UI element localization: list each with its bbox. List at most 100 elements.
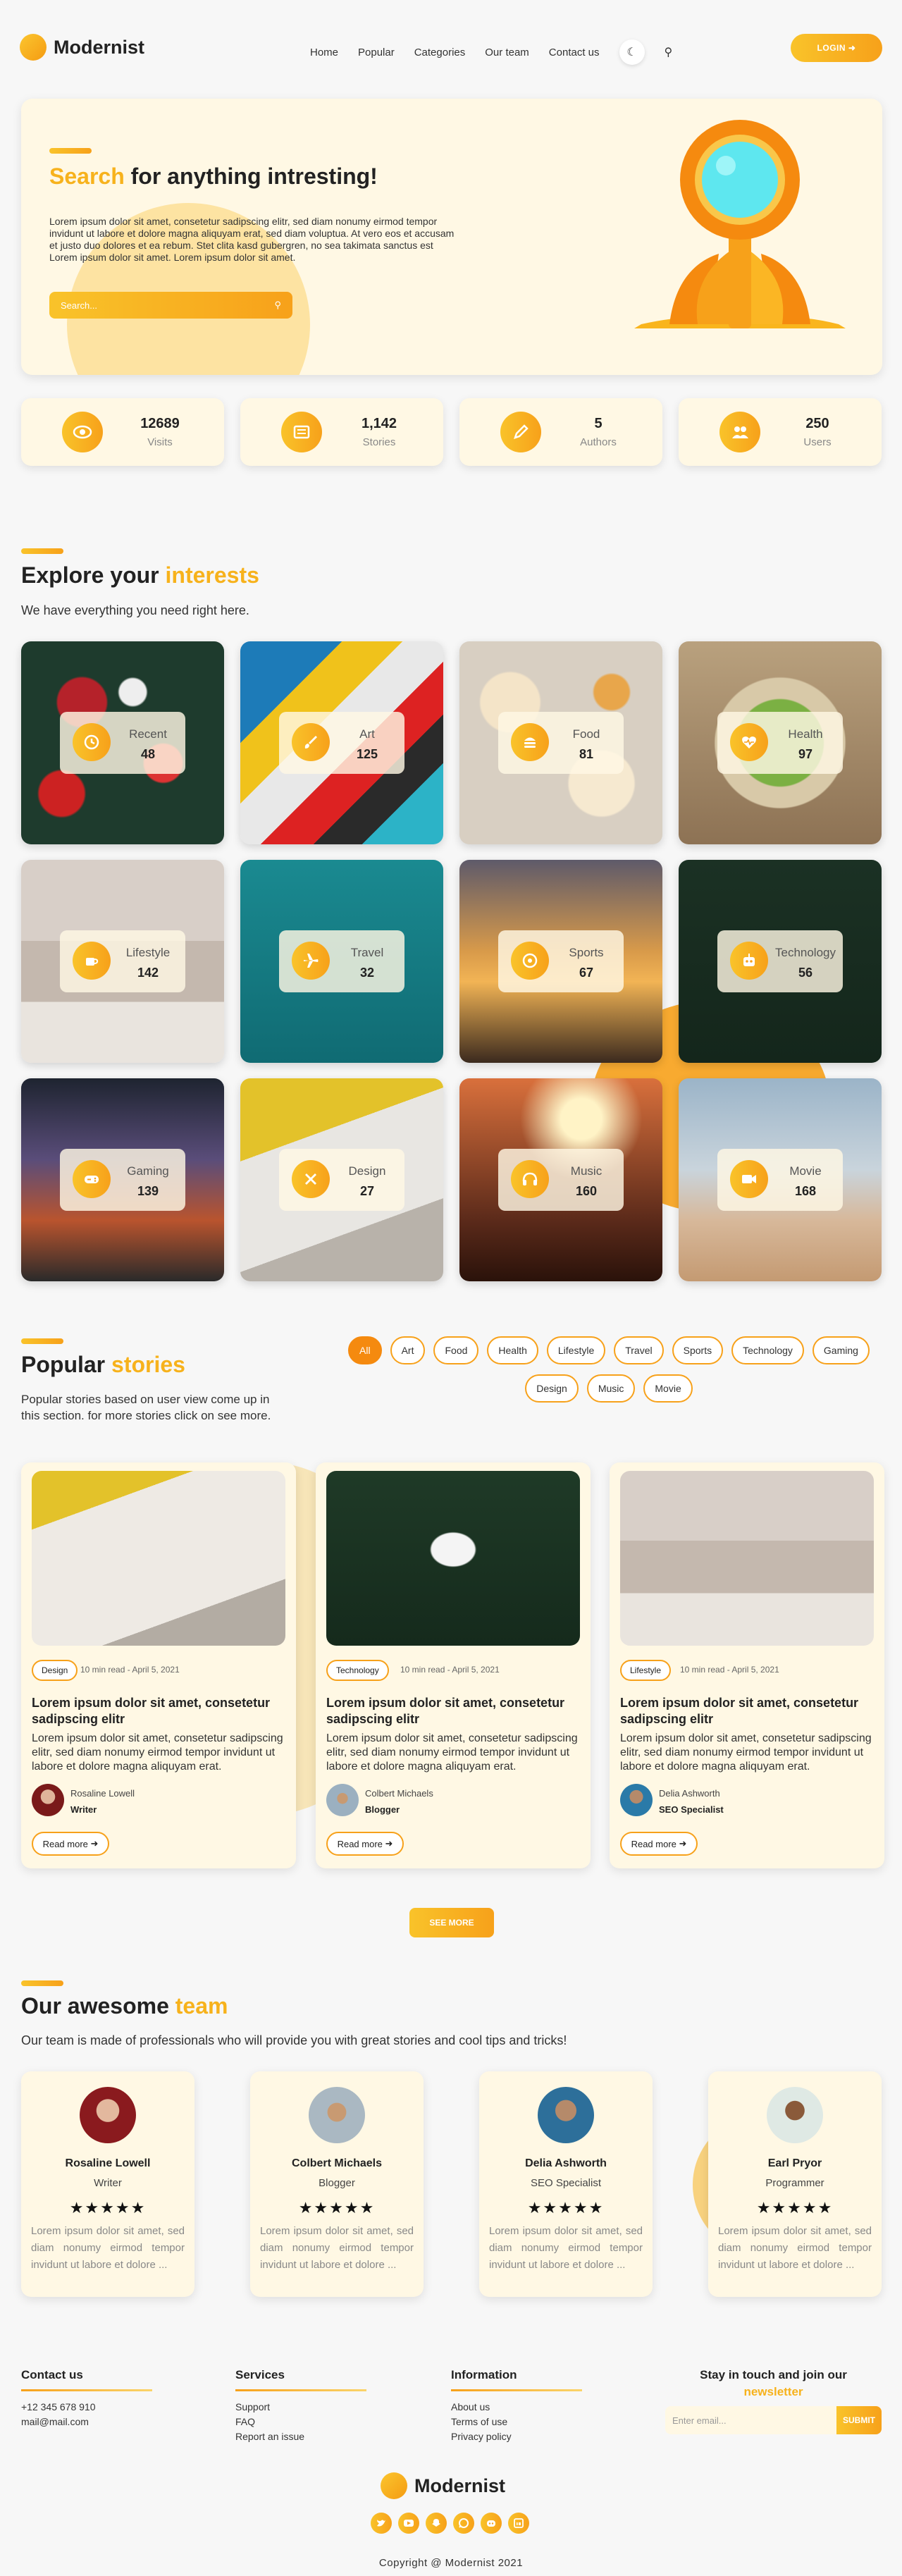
newsletter-submit-button[interactable]: SUBMIT <box>836 2406 882 2434</box>
footer-link-support[interactable]: Support <box>235 2400 366 2415</box>
newsletter-email-input[interactable]: Enter email... <box>665 2406 836 2434</box>
hero-search-input[interactable]: Search... ⚲ <box>49 292 292 319</box>
video-icon <box>730 1160 768 1198</box>
author-name[interactable]: Rosaline Lowell <box>70 1788 135 1799</box>
nav-categories[interactable]: Categories <box>414 47 466 58</box>
contact-phone[interactable]: +12 345 678 910 <box>21 2400 152 2415</box>
category-tile-music[interactable]: Music 160 <box>459 1078 662 1281</box>
story-tag[interactable]: Lifestyle <box>620 1660 672 1681</box>
arrow-right-icon: ➜ <box>385 1838 393 1849</box>
twitter-icon[interactable] <box>371 2513 392 2534</box>
author-name[interactable]: Colbert Michaels <box>365 1788 433 1799</box>
story-image[interactable] <box>620 1471 874 1646</box>
story-image[interactable] <box>32 1471 285 1646</box>
filter-travel[interactable]: Travel <box>614 1336 664 1364</box>
read-more-button[interactable]: Read more ➜ <box>620 1832 698 1856</box>
category-tile-lifestyle[interactable]: Lifestyle 142 <box>21 860 224 1063</box>
team-member-card[interactable]: Earl Pryor Programmer ★★★★★ Lorem ipsum dol… <box>708 2071 882 2297</box>
search-icon[interactable]: ⚲ <box>665 45 673 59</box>
category-tile-technology[interactable]: Technology 56 <box>679 860 882 1063</box>
filter-all[interactable]: All <box>348 1336 382 1364</box>
story-card[interactable]: Technology 10 min read - April 5, 2021 Lor… <box>316 1462 591 1868</box>
avatar[interactable] <box>32 1784 64 1816</box>
login-button[interactable]: LOGIN ➜ <box>791 34 882 62</box>
category-name: Travel <box>350 946 384 959</box>
category-tile-design[interactable]: Design 27 <box>240 1078 443 1281</box>
interests-title-text: Explore your <box>21 562 159 588</box>
footer-link-about[interactable]: About us <box>451 2400 582 2415</box>
category-tile-travel[interactable]: Travel 32 <box>240 860 443 1063</box>
arrow-right-icon: ➜ <box>90 1838 99 1849</box>
story-title[interactable]: Lorem ipsum dolor sit amet, consetetur s… <box>326 1695 580 1727</box>
filter-food[interactable]: Food <box>433 1336 479 1364</box>
filter-technology[interactable]: Technology <box>731 1336 804 1364</box>
filter-health[interactable]: Health <box>487 1336 538 1364</box>
story-excerpt: Lorem ipsum dolor sit amet, consetetur s… <box>32 1732 283 1773</box>
story-card[interactable]: Lifestyle 10 min read - April 5, 2021 Lore… <box>610 1462 884 1868</box>
avatar[interactable] <box>326 1784 359 1816</box>
category-tile-sports[interactable]: Sports 67 <box>459 860 662 1063</box>
footer-link-report[interactable]: Report an issue <box>235 2429 366 2444</box>
team-member-card[interactable]: Rosaline Lowell Writer ★★★★★ Lorem ipsum do… <box>21 2071 194 2297</box>
stat-label: Visits <box>147 436 173 448</box>
filter-movie[interactable]: Movie <box>643 1374 693 1403</box>
hero-title: Search for anything intresting! <box>49 164 378 190</box>
filter-sports[interactable]: Sports <box>672 1336 724 1364</box>
story-card[interactable]: Design 10 min read - April 5, 2021 Lorem i… <box>21 1462 296 1868</box>
story-title[interactable]: Lorem ipsum dolor sit amet, consetetur s… <box>32 1695 285 1727</box>
discord-icon[interactable] <box>481 2513 502 2534</box>
category-count: 67 <box>579 966 594 980</box>
author-name[interactable]: Delia Ashworth <box>659 1788 720 1799</box>
login-label: LOGIN <box>817 43 846 53</box>
category-tile-food[interactable]: Food 81 <box>459 641 662 844</box>
footer-logo[interactable]: Modernist <box>381 2472 505 2499</box>
story-title[interactable]: Lorem ipsum dolor sit amet, consetetur s… <box>620 1695 874 1727</box>
search-placeholder: Search... <box>61 300 98 311</box>
category-tile-art[interactable]: Art 125 <box>240 641 443 844</box>
story-tag[interactable]: Technology <box>326 1660 389 1681</box>
member-bio: Lorem ipsum dolor sit amet, sed diam non… <box>489 2225 643 2271</box>
stat-label: Authors <box>580 436 617 448</box>
story-tag[interactable]: Design <box>32 1660 78 1681</box>
snapchat-icon[interactable] <box>426 2513 447 2534</box>
stat-value: 12689 <box>140 416 180 431</box>
filter-music[interactable]: Music <box>586 1374 636 1403</box>
category-tile-movie[interactable]: Movie 168 <box>679 1078 882 1281</box>
dark-mode-toggle[interactable]: ☾ <box>619 39 645 65</box>
contact-email[interactable]: mail@mail.com <box>21 2415 152 2429</box>
search-icon[interactable]: ⚲ <box>274 300 281 311</box>
footer-heading: Services <box>235 2368 285 2381</box>
category-tile-recent[interactable]: Recent 48 <box>21 641 224 844</box>
story-image[interactable] <box>326 1471 580 1646</box>
site-logo[interactable]: Modernist <box>20 34 144 61</box>
youtube-icon[interactable] <box>398 2513 419 2534</box>
nav-contact[interactable]: Contact us <box>549 47 600 58</box>
category-tile-health[interactable]: Health 97 <box>679 641 882 844</box>
footer-link-privacy[interactable]: Privacy policy <box>451 2429 582 2444</box>
filter-art[interactable]: Art <box>390 1336 426 1364</box>
nav-popular[interactable]: Popular <box>358 47 395 58</box>
whatsapp-icon[interactable] <box>453 2513 474 2534</box>
member-name: Delia Ashworth <box>525 2157 607 2169</box>
team-title-highlight: team <box>175 1993 228 2019</box>
category-name: Gaming <box>127 1164 169 1178</box>
avatar[interactable] <box>620 1784 653 1816</box>
ball-icon <box>511 942 549 980</box>
member-name: Rosaline Lowell <box>65 2157 151 2169</box>
footer-link-terms[interactable]: Terms of use <box>451 2415 582 2429</box>
filter-lifestyle[interactable]: Lifestyle <box>546 1336 606 1364</box>
read-more-button[interactable]: Read more ➜ <box>326 1832 404 1856</box>
nav-home[interactable]: Home <box>310 47 338 58</box>
filter-gaming[interactable]: Gaming <box>812 1336 870 1364</box>
team-member-card[interactable]: Delia Ashworth SEO Specialist ★★★★★ Lorem i… <box>479 2071 653 2297</box>
footer-link-faq[interactable]: FAQ <box>235 2415 366 2429</box>
filter-design[interactable]: Design <box>525 1374 579 1403</box>
nav-our-team[interactable]: Our team <box>485 47 529 58</box>
linkedin-icon[interactable] <box>508 2513 529 2534</box>
stat-value: 1,142 <box>361 416 397 431</box>
see-more-button[interactable]: SEE MORE <box>409 1908 494 1937</box>
category-tile-gaming[interactable]: Gaming 139 <box>21 1078 224 1281</box>
category-card: Technology 56 <box>717 930 843 992</box>
read-more-button[interactable]: Read more ➜ <box>32 1832 109 1856</box>
team-member-card[interactable]: Colbert Michaels Blogger ★★★★★ Lorem ipsum … <box>250 2071 424 2297</box>
